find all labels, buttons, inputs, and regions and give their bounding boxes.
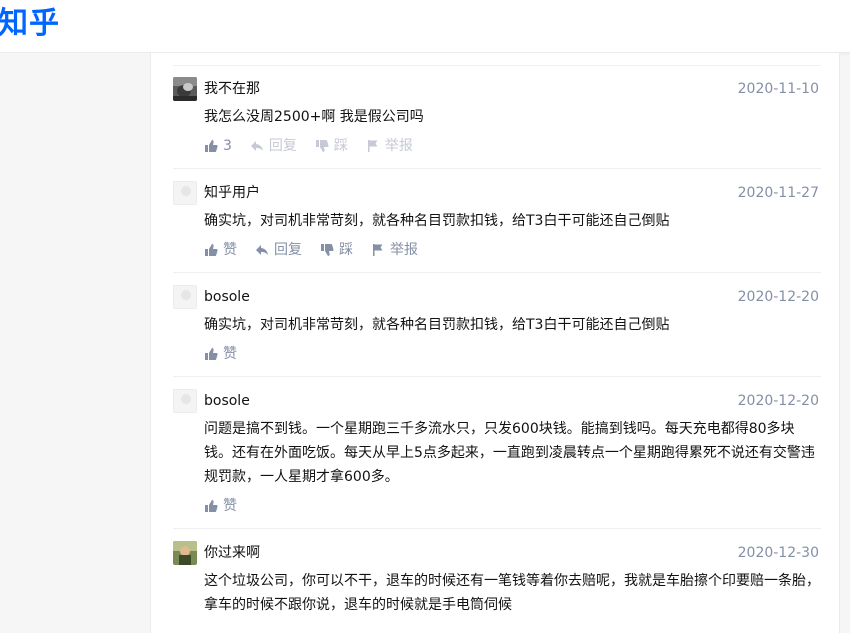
comment-divider [173,272,821,273]
flag-icon [367,140,378,152]
comment-divider [173,528,821,529]
dislike-label: 踩 [339,242,353,258]
comment-date: 2020-12-20 [737,393,819,409]
comment-author[interactable]: 知乎用户 [204,183,260,203]
avatar-default-icon[interactable] [173,181,197,205]
comment-author[interactable]: bosole [204,287,250,307]
comment-item: bosole 2020-12-20 问题是搞不到钱。一个星期跑三千多流水只，只发… [173,389,821,529]
comment-item: 我不在那 2020-11-10 我怎么没周2500+啊 我是假公司吗 3 回复 … [173,77,821,169]
avatar-default-icon[interactable] [173,389,197,413]
thumbs-up-icon [205,140,218,152]
like-button[interactable]: 赞 [204,496,237,516]
comment-item: 知乎用户 2020-11-27 确实坑，对司机非常苛刻，就各种名目罚款扣钱，给T… [173,181,821,273]
flag-icon [373,244,383,256]
like-count: 3 [223,138,232,154]
zhihu-logo[interactable]: 知乎 [0,6,60,42]
reply-label: 回复 [274,242,302,258]
comment-actions: 赞 [204,496,255,516]
comment-item: bosole 2020-12-20 确实坑，对司机非常苛刻，就各种名目罚款扣钱，… [173,285,821,377]
panel-divider [173,65,821,66]
top-bar: 知乎 [0,0,850,53]
dislike-button[interactable]: 踩 [320,240,353,260]
reply-button[interactable]: 回复 [250,136,297,156]
avatar-photo-icon [173,541,197,565]
comment-actions: 赞 [204,344,255,364]
like-label: 赞 [223,242,237,258]
comment-date: 2020-12-30 [737,545,819,561]
avatar[interactable] [173,541,197,565]
like-button[interactable]: 赞 [204,240,237,260]
thumbs-up-icon [205,244,218,256]
report-button[interactable]: 举报 [366,136,413,156]
comment-actions: 3 回复 踩 举报 [204,136,431,156]
comment-divider [173,376,821,377]
thumbs-down-icon [321,244,334,256]
reply-button[interactable]: 回复 [255,240,302,260]
comment-author[interactable]: 你过来啊 [204,543,260,563]
page-background [0,53,150,620]
thumbs-up-icon [205,500,218,512]
comment-author[interactable]: 我不在那 [204,79,260,99]
avatar-photo-icon [173,77,197,101]
comment-text: 我怎么没周2500+啊 我是假公司吗 [204,109,424,125]
report-label: 举报 [384,138,413,154]
thumbs-down-icon [315,140,329,152]
report-button[interactable]: 举报 [371,240,418,260]
like-label: 赞 [223,346,237,362]
comment-panel: 我不在那 2020-11-10 我怎么没周2500+啊 我是假公司吗 3 回复 … [150,53,840,633]
like-button[interactable]: 赞 [204,344,237,364]
like-label: 赞 [223,498,237,514]
reply-icon [250,141,263,151]
comment-date: 2020-11-27 [737,185,819,201]
comment-date: 2020-12-20 [737,289,819,305]
reply-label: 回复 [268,138,297,154]
comment-text: 这个垃圾公司，你可以不干，退车的时候还有一笔钱等着你去赔呢，我就是车胎擦个印要赔… [204,573,820,613]
comment-text: 确实坑，对司机非常苛刻，就各种名目罚款扣钱，给T3白干可能还自己倒贴 [204,213,670,229]
comment-author[interactable]: bosole [204,391,250,411]
comment-divider [173,168,821,169]
report-label: 举报 [390,242,418,258]
dislike-label: 踩 [333,138,348,154]
comment-text: 问题是搞不到钱。一个星期跑三千多流水只，只发600块钱。能搞到钱吗。每天充电都得… [204,421,815,485]
reply-icon [256,245,268,255]
thumbs-up-icon [205,348,218,360]
comment-actions: 赞 回复 踩 举报 [204,240,436,260]
like-button[interactable]: 3 [204,136,232,156]
avatar[interactable] [173,77,197,101]
dislike-button[interactable]: 踩 [315,136,348,156]
avatar-default-icon[interactable] [173,285,197,309]
comment-item: 你过来啊 2020-12-30 这个垃圾公司，你可以不干，退车的时候还有一笔钱等… [173,541,821,621]
comment-date: 2020-11-10 [737,81,819,97]
comment-text: 确实坑，对司机非常苛刻，就各种名目罚款扣钱，给T3白干可能还自己倒贴 [204,317,670,333]
